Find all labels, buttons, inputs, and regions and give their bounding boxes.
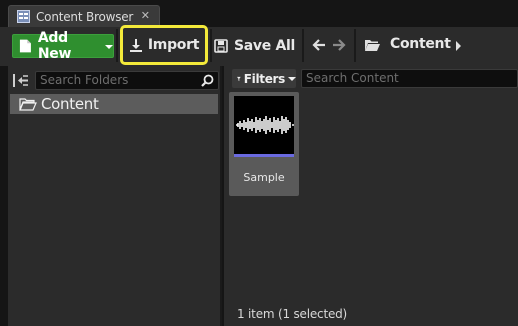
import-label: Import <box>147 37 200 53</box>
arrow-right-icon[interactable] <box>332 38 346 52</box>
tab-title: Content Browser <box>36 9 134 24</box>
chevron-down-icon <box>288 76 296 81</box>
asset-tile[interactable]: Sample <box>229 92 299 196</box>
search-icon[interactable] <box>201 74 214 87</box>
breadcrumb-content[interactable]: Content <box>390 36 451 52</box>
filter-icon <box>237 76 241 81</box>
filters-label: Filters <box>243 71 286 86</box>
new-document-icon <box>19 39 31 53</box>
collapse-panel-icon[interactable] <box>13 74 29 87</box>
filters-button[interactable]: Filters <box>232 69 296 88</box>
save-all-button[interactable]: Save All <box>214 34 295 58</box>
save-all-label: Save All <box>234 38 296 54</box>
content-panel: Filters Search Content Sample 1 item (1 … <box>224 66 518 326</box>
close-icon[interactable]: ✕ <box>141 10 150 22</box>
download-icon <box>129 39 142 52</box>
toolbar-divider <box>210 29 212 62</box>
folder-open-icon <box>19 97 37 111</box>
folder-panel: Search Folders Content <box>8 66 222 326</box>
add-new-button[interactable]: Add New <box>12 30 114 62</box>
tab-strip: Content Browser ✕ <box>0 0 518 27</box>
toolbar-divider <box>116 29 118 62</box>
folder-label: Content <box>41 95 99 113</box>
tab-content-browser[interactable]: Content Browser ✕ <box>8 5 160 27</box>
folder-open-icon <box>365 40 380 51</box>
toolbar-divider <box>354 29 356 62</box>
asset-thumbnail <box>234 96 294 154</box>
search-content-input[interactable]: Search Content <box>301 69 518 88</box>
chevron-right-icon[interactable] <box>456 41 461 51</box>
asset-name: Sample <box>243 171 285 184</box>
save-icon <box>214 39 228 53</box>
folder-tree-item-content[interactable]: Content <box>10 94 218 114</box>
search-folders-placeholder: Search Folders <box>40 73 129 87</box>
import-button[interactable]: Import <box>120 25 208 65</box>
sound-wave-icon <box>236 116 294 134</box>
arrow-left-icon[interactable] <box>312 38 326 52</box>
toolbar-divider <box>302 29 304 62</box>
chevron-down-icon <box>105 44 113 49</box>
content-browser-icon <box>17 10 30 23</box>
search-folders-input[interactable]: Search Folders <box>35 71 219 90</box>
folder-search-row: Search Folders <box>8 69 222 91</box>
status-text: 1 item (1 selected) <box>237 307 348 321</box>
add-new-label: Add New <box>37 30 72 62</box>
search-content-placeholder: Search Content <box>306 71 399 85</box>
asset-type-bar <box>234 154 294 157</box>
